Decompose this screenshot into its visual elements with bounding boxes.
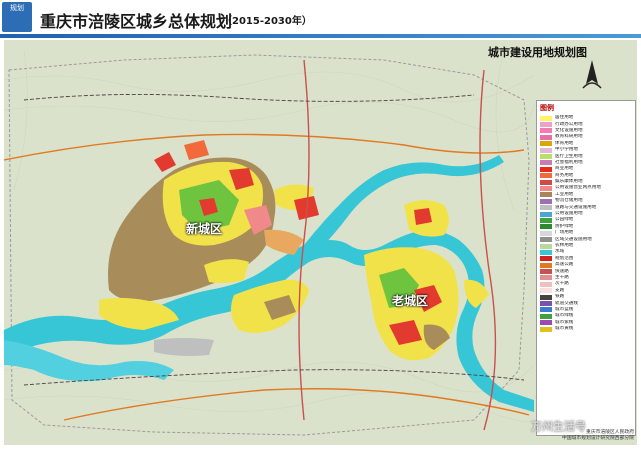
- legend-swatch: [540, 147, 552, 153]
- legend-swatch: [540, 230, 552, 236]
- map-title: 城市建设用地规划图: [488, 46, 587, 59]
- legend-swatch: [540, 237, 552, 243]
- legend-label: 教育科研用地: [555, 134, 583, 140]
- credit-line-2: 中国城市规划设计研究院西部分院: [562, 436, 634, 441]
- legend-swatch: [540, 307, 552, 313]
- legend-label: 医疗卫生用地: [555, 153, 583, 159]
- legend-swatch: [540, 256, 552, 262]
- legend-label: 公园绿地: [555, 217, 574, 223]
- legend-swatch: [540, 166, 552, 172]
- legend-heading: 图例: [540, 104, 554, 112]
- legend-swatch: [540, 288, 552, 294]
- legend-swatch: [540, 128, 552, 134]
- legend-label: 农林用地: [555, 243, 574, 248]
- credit-block: 重庆市涪陵区人民政府 中国城市规划设计研究院西部分院: [546, 430, 634, 442]
- page-title: 重庆市涪陵区城乡总体规划: [40, 12, 233, 31]
- legend-label: 规划范围: [555, 255, 574, 261]
- legend-label: 物流仓储用地: [555, 198, 583, 204]
- legend-swatch: [540, 262, 552, 268]
- legend-swatch: [540, 122, 552, 128]
- legend-label: 中小学用地: [555, 147, 578, 153]
- header-divider: [0, 34, 641, 38]
- legend-label: 公用设施营业网点用地: [555, 185, 601, 191]
- legend-label: 轨道交通线: [555, 300, 578, 306]
- legend-swatch: [540, 243, 552, 249]
- legend-swatch: [540, 217, 552, 223]
- legend-item: 城市黄线: [537, 326, 635, 332]
- logo-badge: 规划: [2, 2, 32, 32]
- legend-swatch: [540, 154, 552, 160]
- north-arrow-icon: [582, 60, 602, 89]
- legend-swatch: [540, 192, 552, 198]
- legend-swatch: [540, 141, 552, 147]
- legend-swatch: [540, 134, 552, 140]
- legend-label: 高速公路: [555, 262, 574, 268]
- new-district-label: 新城区: [186, 222, 223, 236]
- legend-label: 次干路: [555, 281, 569, 287]
- legend-label: 行政办公用地: [555, 121, 583, 127]
- legend-swatch: [540, 179, 552, 185]
- legend-label: 广场用地: [555, 230, 574, 236]
- legend-swatch: [540, 281, 552, 287]
- legend-label: 商业用地: [555, 166, 574, 172]
- legend-swatch: [540, 269, 552, 275]
- legend-label: 娱乐康体用地: [555, 179, 583, 185]
- logo-text: 规划: [10, 4, 24, 12]
- legend-swatch: [540, 224, 552, 230]
- header-bar: 规划 重庆市涪陵区城乡总体规划 （2015-2030年）: [0, 0, 641, 36]
- legend-label: 社会福利用地: [555, 159, 583, 165]
- legend-label: 文化设施用地: [555, 127, 583, 133]
- legend-label: 主干路: [555, 274, 569, 280]
- map-legend: 图例 居住用地 行政办公用地 文化设施用地 教育科研用地 体育用地 中小学用地 医疗卫生用地…: [536, 100, 636, 436]
- legend-swatch: [540, 160, 552, 166]
- legend-swatch: [540, 313, 552, 319]
- legend-label: 水域: [555, 249, 565, 255]
- legend-swatch: [540, 115, 552, 121]
- legend-swatch: [540, 326, 552, 332]
- legend-label: 体育用地: [555, 140, 574, 146]
- legend-label: 工业用地: [555, 191, 574, 197]
- legend-label: 城市紫线: [555, 319, 574, 325]
- legend-label: 居住用地: [555, 115, 574, 121]
- legend-label: 支路: [555, 287, 565, 293]
- legend-label: 城市绿线: [555, 313, 574, 319]
- legend-swatch: [540, 198, 552, 204]
- legend-label: 快速路: [555, 268, 569, 274]
- legend-swatch: [540, 173, 552, 179]
- legend-label: 城市蓝线: [555, 306, 574, 312]
- legend-label: 铁路: [555, 294, 565, 300]
- legend-swatch: [540, 211, 552, 217]
- legend-swatch: [540, 205, 552, 211]
- legend-label: 道路与交通设施用地: [555, 204, 597, 210]
- legend-swatch: [540, 320, 552, 326]
- legend-label: 城市黄线: [555, 326, 574, 332]
- legend-swatch: [540, 185, 552, 191]
- legend-list: 居住用地 行政办公用地 文化设施用地 教育科研用地 体育用地 中小学用地 医疗卫生用地 社会福…: [537, 115, 635, 332]
- old-district-label: 老城区: [392, 294, 429, 308]
- legend-swatch: [540, 294, 552, 300]
- legend-label: 商务用地: [555, 172, 574, 178]
- legend-label: 公用设施用地: [555, 211, 583, 217]
- page-subtitle: （2015-2030年）: [222, 16, 312, 27]
- legend-swatch: [540, 249, 552, 255]
- legend-label: 区域交通设施用地: [555, 236, 592, 242]
- legend-label: 防护绿地: [555, 223, 574, 229]
- legend-swatch: [540, 301, 552, 307]
- legend-swatch: [540, 275, 552, 281]
